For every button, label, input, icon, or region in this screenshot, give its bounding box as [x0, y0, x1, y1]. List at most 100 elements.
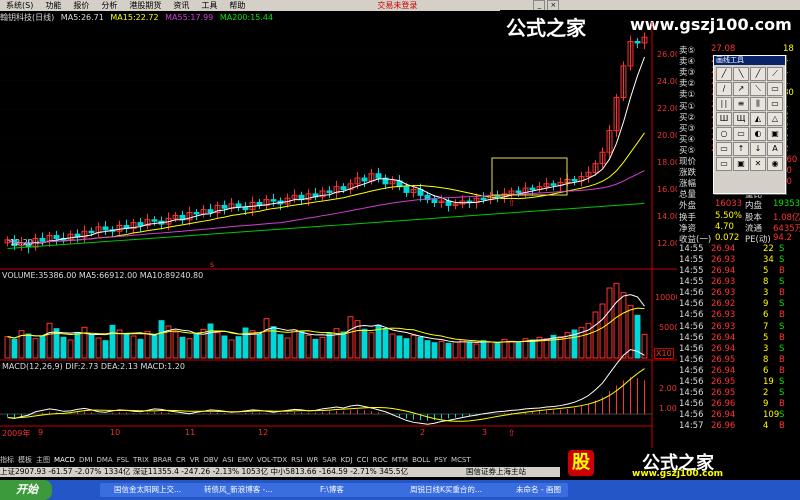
drawing-tool-icon[interactable]: ◐: [750, 127, 766, 141]
indicator-tab[interactable]: 主图: [36, 456, 50, 464]
volume-bar: [403, 338, 410, 359]
menu-hk-futures[interactable]: 港股期货: [123, 0, 167, 11]
menu-tools[interactable]: 工具: [195, 0, 223, 11]
tick-row: 14:56 26.94 3 S: [677, 344, 800, 355]
tick-volume: 5: [763, 332, 769, 343]
indicator-tab[interactable]: ROC: [372, 456, 387, 464]
task-item-5[interactable]: 未命名 - 画图: [502, 483, 568, 497]
indicator-tab[interactable]: 指标: [0, 456, 14, 464]
volume-bar: [39, 335, 46, 359]
drawing-tool-icon[interactable]: ∕: [716, 82, 732, 96]
tick-row: 14:55 26.93 8 S: [677, 277, 800, 288]
tick-time: 14:57: [679, 421, 704, 432]
drawing-tool-icon[interactable]: ▭: [716, 157, 732, 171]
drawing-tool-icon[interactable]: ▭: [767, 82, 783, 96]
stat-value: 16033: [715, 199, 743, 210]
indicator-tab[interactable]: MTM: [392, 456, 408, 464]
drawing-tool-icon[interactable]: △: [767, 112, 783, 126]
volume-bar: [4, 336, 11, 359]
menu-system[interactable]: 系统(S): [0, 0, 39, 11]
task-item-3[interactable]: F:\博客: [306, 483, 402, 497]
menu-news[interactable]: 资讯: [167, 0, 195, 11]
volume-bar: [466, 342, 473, 359]
drawing-tool-icon[interactable]: ╲: [733, 67, 749, 81]
drawing-tool-icon[interactable]: ▭: [767, 97, 783, 111]
start-button[interactable]: 开始: [0, 480, 52, 500]
volume-bar: [32, 338, 39, 359]
drawing-tool-icon[interactable]: ◭: [750, 112, 766, 126]
candle-body: [53, 235, 60, 239]
drawing-tool-icon[interactable]: ✕: [750, 157, 766, 171]
tick-side: S: [779, 410, 785, 421]
indicator-tab[interactable]: RSI: [291, 456, 302, 464]
drawing-tool-icon[interactable]: ↓: [750, 142, 766, 156]
menu-function[interactable]: 功能: [39, 0, 67, 11]
tick-row: 14:55 26.94 22 S: [677, 244, 800, 255]
menu-quote[interactable]: 报价: [67, 0, 95, 11]
menu-help[interactable]: 帮助: [223, 0, 251, 11]
drawing-tool-icon[interactable]: ⫼: [750, 97, 766, 111]
drawing-tool-icon[interactable]: ○: [716, 127, 732, 141]
ma55-line: [7, 170, 645, 245]
indicator-tab[interactable]: PSY: [434, 456, 447, 464]
tick-volume: 109: [763, 410, 780, 421]
tick-side: S: [779, 377, 785, 387]
drawing-tool-icon[interactable]: ≡: [733, 97, 749, 111]
drawing-tool-icon[interactable]: ╱: [750, 67, 766, 81]
drawing-tool-icon[interactable]: Щ: [733, 112, 749, 126]
indicator-tab[interactable]: DMI: [79, 456, 93, 464]
drawing-tool-icon[interactable]: ▭: [716, 142, 732, 156]
drawing-tool-icon[interactable]: ▭: [733, 127, 749, 141]
indicator-tab[interactable]: BRAR: [153, 456, 172, 464]
drawing-tool-icon[interactable]: ╱: [716, 67, 732, 81]
drawing-tool-icon[interactable]: ▣: [733, 157, 749, 171]
drawing-tool-icon[interactable]: Ш: [716, 112, 732, 126]
tick-time: 14:56: [679, 299, 704, 310]
tick-row: 14:56 26.94 5 B: [677, 333, 800, 344]
tick-price: 26.94: [711, 243, 736, 254]
drawing-tool-icon[interactable]: ⟋: [767, 67, 783, 81]
drawing-tool-icon[interactable]: ∣∣: [716, 97, 732, 111]
drawing-tool-icon[interactable]: ◉: [767, 157, 783, 171]
indicator-info-line: 翰钥科技(日线) MA5:26.71 MA15:22.72 MA55:17.99…: [0, 12, 650, 22]
task-item-4[interactable]: 周锐日线K买重合的...: [396, 483, 508, 497]
task-item-2[interactable]: 转债风_新浪博客 -...: [190, 483, 312, 497]
drawing-tool-icon[interactable]: ↑: [733, 142, 749, 156]
volume-bar: [46, 322, 53, 359]
drawing-tool-icon[interactable]: A: [767, 142, 783, 156]
indicator-tab[interactable]: BOLL: [412, 456, 430, 464]
indicator-tab[interactable]: CCI: [357, 456, 369, 464]
chart-area[interactable]: ⇧ s ⇧: [0, 22, 680, 455]
indicator-tab[interactable]: DMA: [96, 456, 112, 464]
drawing-tool-icon[interactable]: ↗: [733, 82, 749, 96]
indicator-tab[interactable]: ASI: [222, 456, 233, 464]
stat-row: 净资 4.70 流通 6435万: [677, 222, 800, 234]
indicator-tab[interactable]: VOL-TDX: [257, 456, 287, 464]
volume-bar: [543, 338, 550, 359]
trade-login-status[interactable]: 交易未登录: [371, 0, 423, 11]
indicator-tab[interactable]: KDJ: [341, 456, 353, 464]
task-item-1[interactable]: 国信金太阳网上交...: [100, 483, 196, 497]
tick-volume: 9: [763, 399, 769, 410]
ma5-label: MA5:26.71: [60, 13, 104, 22]
indicator-tab[interactable]: VR: [190, 456, 200, 464]
indicator-tab[interactable]: CR: [176, 456, 186, 464]
drawing-tool-icon[interactable]: ▣: [767, 127, 783, 141]
indicator-tab[interactable]: MACD: [54, 456, 75, 464]
tick-volume: 8: [763, 277, 769, 288]
menu-analysis[interactable]: 分析: [95, 0, 123, 11]
indicator-tab[interactable]: SAR: [322, 456, 336, 464]
task-label-1: 国信金太阳网上交...: [114, 485, 182, 494]
tick-side: B: [779, 288, 785, 299]
indicator-tab[interactable]: FSL: [117, 456, 129, 464]
candle-body: [88, 230, 95, 234]
indicator-tab[interactable]: EMV: [238, 456, 253, 464]
x-axis-month-2: 2: [420, 428, 426, 437]
volume-bar: [417, 336, 424, 359]
indicator-tab[interactable]: OBV: [203, 456, 218, 464]
indicator-tab[interactable]: WR: [307, 456, 319, 464]
indicator-tab[interactable]: TRIX: [133, 456, 149, 464]
indicator-tab[interactable]: 模板: [18, 456, 32, 464]
indicator-tab[interactable]: MCST: [451, 456, 471, 464]
drawing-tool-icon[interactable]: ⟍: [750, 82, 766, 96]
